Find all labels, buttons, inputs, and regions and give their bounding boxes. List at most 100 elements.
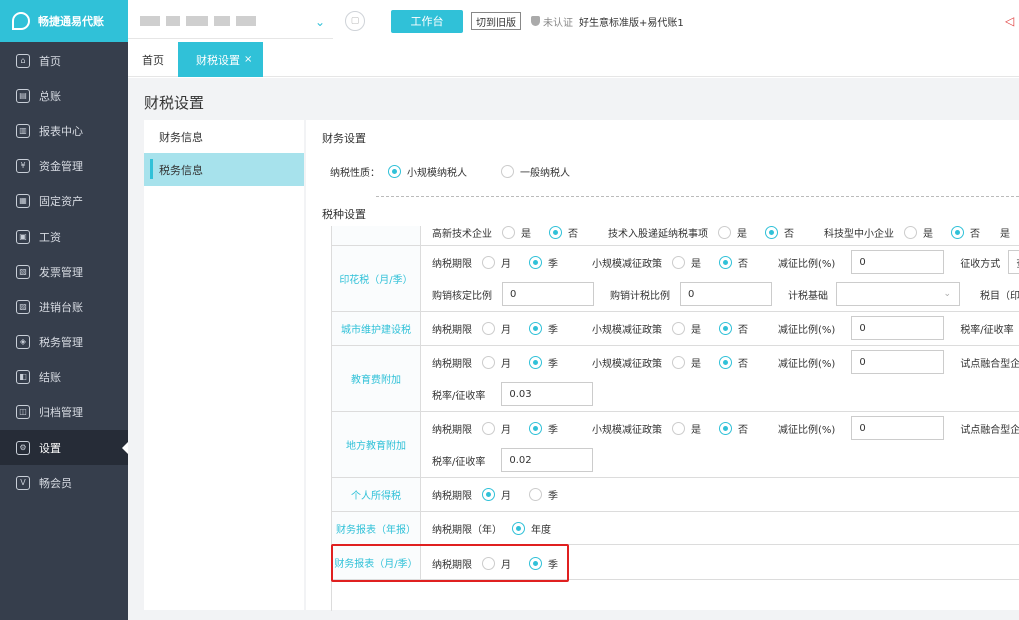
tab-home[interactable]: 首页 [142, 42, 164, 77]
purchase-tax-input[interactable]: 0 [680, 282, 772, 306]
policy-no-radio[interactable] [719, 321, 732, 335]
method-select[interactable]: 查 [1008, 250, 1019, 274]
brand-logo-icon [12, 12, 30, 30]
rate-input[interactable]: 0.03 [501, 382, 594, 406]
small-scale-radio[interactable] [388, 165, 401, 178]
policy-yes-radio[interactable] [672, 355, 685, 369]
tech-share-no-radio[interactable] [765, 226, 778, 239]
ratio-input[interactable]: 0 [851, 416, 945, 440]
year-radio[interactable] [512, 521, 525, 535]
policy-no-radio[interactable] [719, 255, 732, 269]
certification-status[interactable]: 未认证 [531, 14, 573, 29]
yes-label: 是 [737, 228, 747, 240]
yes-label: 是 [1000, 228, 1010, 240]
row-line: 税率/征收率 0.02 [432, 448, 594, 472]
high-tech-yes-radio[interactable] [502, 226, 515, 239]
divider [376, 196, 1019, 197]
tech-share-yes-radio[interactable] [718, 226, 731, 239]
sidebar-item[interactable]: ◧ 结账 [0, 360, 128, 395]
speaker-icon[interactable]: ◁ [1005, 14, 1015, 28]
month-radio[interactable] [482, 421, 495, 435]
policy-yes-radio[interactable] [672, 255, 685, 269]
brand-logo[interactable]: 畅捷通易代账 [0, 0, 128, 42]
quarter-label: 季 [548, 258, 558, 270]
asset-icon: ▦ [16, 194, 30, 209]
no-label: 否 [738, 358, 748, 370]
month-radio[interactable] [482, 355, 495, 369]
policy-no-radio[interactable] [719, 355, 732, 369]
quarter-radio[interactable] [529, 487, 542, 501]
general-taxpayer-label: 一般纳税人 [520, 168, 570, 179]
year-label: 年度 [531, 524, 551, 536]
sidebar-item[interactable]: V 畅会员 [0, 465, 128, 500]
tab-tax-settings[interactable]: 财税设置 × [178, 42, 263, 77]
calendar-icon[interactable]: ▢ [345, 11, 365, 31]
switch-old-version-button[interactable]: 切到旧版 [471, 12, 521, 30]
sidebar-item[interactable]: ▧ 发票管理 [0, 254, 128, 289]
sidebar-item[interactable]: ▥ 报表中心 [0, 113, 128, 148]
policy-yes-radio[interactable] [672, 321, 685, 335]
sidebar-item[interactable]: ⚙ 设置 [0, 430, 128, 466]
sme-tech-no-radio[interactable] [951, 226, 964, 239]
no-label: 否 [738, 324, 748, 336]
month-label: 月 [501, 559, 511, 571]
month-radio[interactable] [482, 556, 495, 570]
sidebar-item[interactable]: ▣ 工资 [0, 219, 128, 254]
quarter-radio[interactable] [529, 421, 542, 435]
sidebar-item-label: 结账 [39, 371, 61, 385]
quarter-label: 季 [548, 490, 558, 502]
policy-no-radio[interactable] [719, 421, 732, 435]
account-selector[interactable]: ⌄ [128, 3, 333, 39]
salary-icon: ▣ [16, 229, 30, 244]
month-radio[interactable] [482, 321, 495, 335]
purchase-tax-label: 购销计税比例 [610, 290, 670, 302]
chevron-down-icon[interactable]: ⌄ [315, 15, 325, 29]
sidebar-item[interactable]: ◫ 归档管理 [0, 395, 128, 430]
ratio-input[interactable]: 0 [851, 316, 945, 340]
sidebar-item-label: 发票管理 [39, 265, 83, 279]
row-line: 纳税期限 月 季 小规模减征政策 是 否 减征比例(%) 0 试点融合型企业 [432, 350, 1019, 374]
sidebar-item[interactable]: ▦ 固定资产 [0, 184, 128, 219]
quarter-radio[interactable] [529, 255, 542, 269]
ratio-input[interactable]: 0 [851, 350, 945, 374]
policy-label: 小规模减征政策 [592, 424, 662, 436]
quarter-label: 季 [548, 324, 558, 336]
close-icon[interactable]: × [244, 54, 252, 65]
high-tech-no-radio[interactable] [549, 226, 562, 239]
sidebar-item[interactable]: ⌂ 首页 [0, 43, 128, 78]
workbench-button[interactable]: 工作台 [391, 9, 463, 33]
sidebar-item[interactable]: ▨ 进销台账 [0, 289, 128, 324]
sidebar-item[interactable]: ▤ 总账 [0, 78, 128, 113]
sme-tech-yes-radio[interactable] [904, 226, 917, 239]
quarter-label: 季 [548, 358, 558, 370]
menu-item-finance-info[interactable]: 财务信息 [144, 120, 304, 153]
month-radio[interactable] [482, 487, 495, 501]
table-row-education-surcharge: 教育费附加 纳税期限 月 季 小规模减征政策 是 否 减征比例(%) 0 试点融… [332, 346, 1019, 412]
quarter-radio[interactable] [529, 321, 542, 335]
row-line: 纳税期限（年） 年度 [432, 518, 553, 538]
row-label: 财务报表（年报） [332, 512, 421, 544]
rate-label: 税率/征收率 [432, 390, 486, 402]
month-radio[interactable] [482, 255, 495, 269]
row-line: 纳税期限 月 季 [432, 484, 560, 504]
page-title: 财税设置 [144, 94, 205, 112]
ratio-input[interactable]: 0 [851, 250, 945, 274]
table-row-local-education-surcharge: 地方教育附加 纳税期限 月 季 小规模减征政策 是 否 减征比例(%) 0 试点… [332, 412, 1019, 478]
purchase-ratio-input[interactable]: 0 [502, 282, 594, 306]
row-label: 财务报表（月/季） [332, 545, 421, 579]
quarter-radio[interactable] [529, 556, 542, 570]
period-label: 纳税期限 [432, 324, 472, 336]
sidebar-item[interactable]: ¥ 资金管理 [0, 149, 128, 184]
rate-input[interactable]: 0.02 [501, 448, 594, 472]
general-taxpayer-radio[interactable] [501, 165, 514, 178]
policy-yes-radio[interactable] [672, 421, 685, 435]
sidebar-nav: ⌂ 首页 ▤ 总账 ▥ 报表中心 ¥ 资金管理 ▦ 固定资产 ▣ 工资 ▧ 发票管理 ▨ 进销台账 ◈ 税务管理 ◧… [0, 43, 128, 500]
tab-bar: 首页 财税设置 × [128, 42, 1019, 77]
quarter-radio[interactable] [529, 355, 542, 369]
menu-item-tax-info[interactable]: 税务信息 [144, 153, 304, 186]
sidebar-item[interactable]: ◈ 税务管理 [0, 325, 128, 360]
policy-label: 小规模减征政策 [592, 324, 662, 336]
ledger-icon: ▤ [16, 88, 30, 103]
tax-base-select[interactable]: ⌄ [836, 282, 960, 306]
table-row: 高新技术企业 是 否 技术入股递延纳税事项 是 否 科技型中小企业 是 否 是 [332, 226, 1019, 246]
